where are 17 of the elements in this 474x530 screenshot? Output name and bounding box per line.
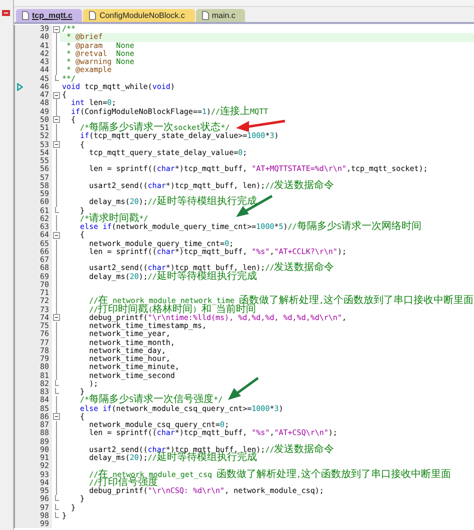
fold-toggle-icon[interactable] [52,314,60,322]
file-icon [202,11,209,20]
fold-toggle-icon[interactable] [52,141,60,148]
fold-toggle-icon[interactable] [52,232,60,239]
file-tab[interactable]: main.c [196,9,246,22]
file-tab[interactable]: tcp_mqtt.c [16,9,82,22]
annotation-arrow [236,120,286,132]
file-icon [89,11,96,20]
fold-toggle-icon[interactable] [52,413,60,420]
fold-toggle-icon[interactable] [52,92,60,99]
file-icon [22,11,29,20]
file-tab[interactable]: ConfigModuleNoBlock.c [83,9,195,22]
fold-toggle-icon[interactable] [52,26,60,33]
annotation-arrow [236,194,273,217]
annotation-arrow [228,376,259,400]
close-icon[interactable] [2,10,10,16]
fold-toggle-icon[interactable] [52,116,60,124]
